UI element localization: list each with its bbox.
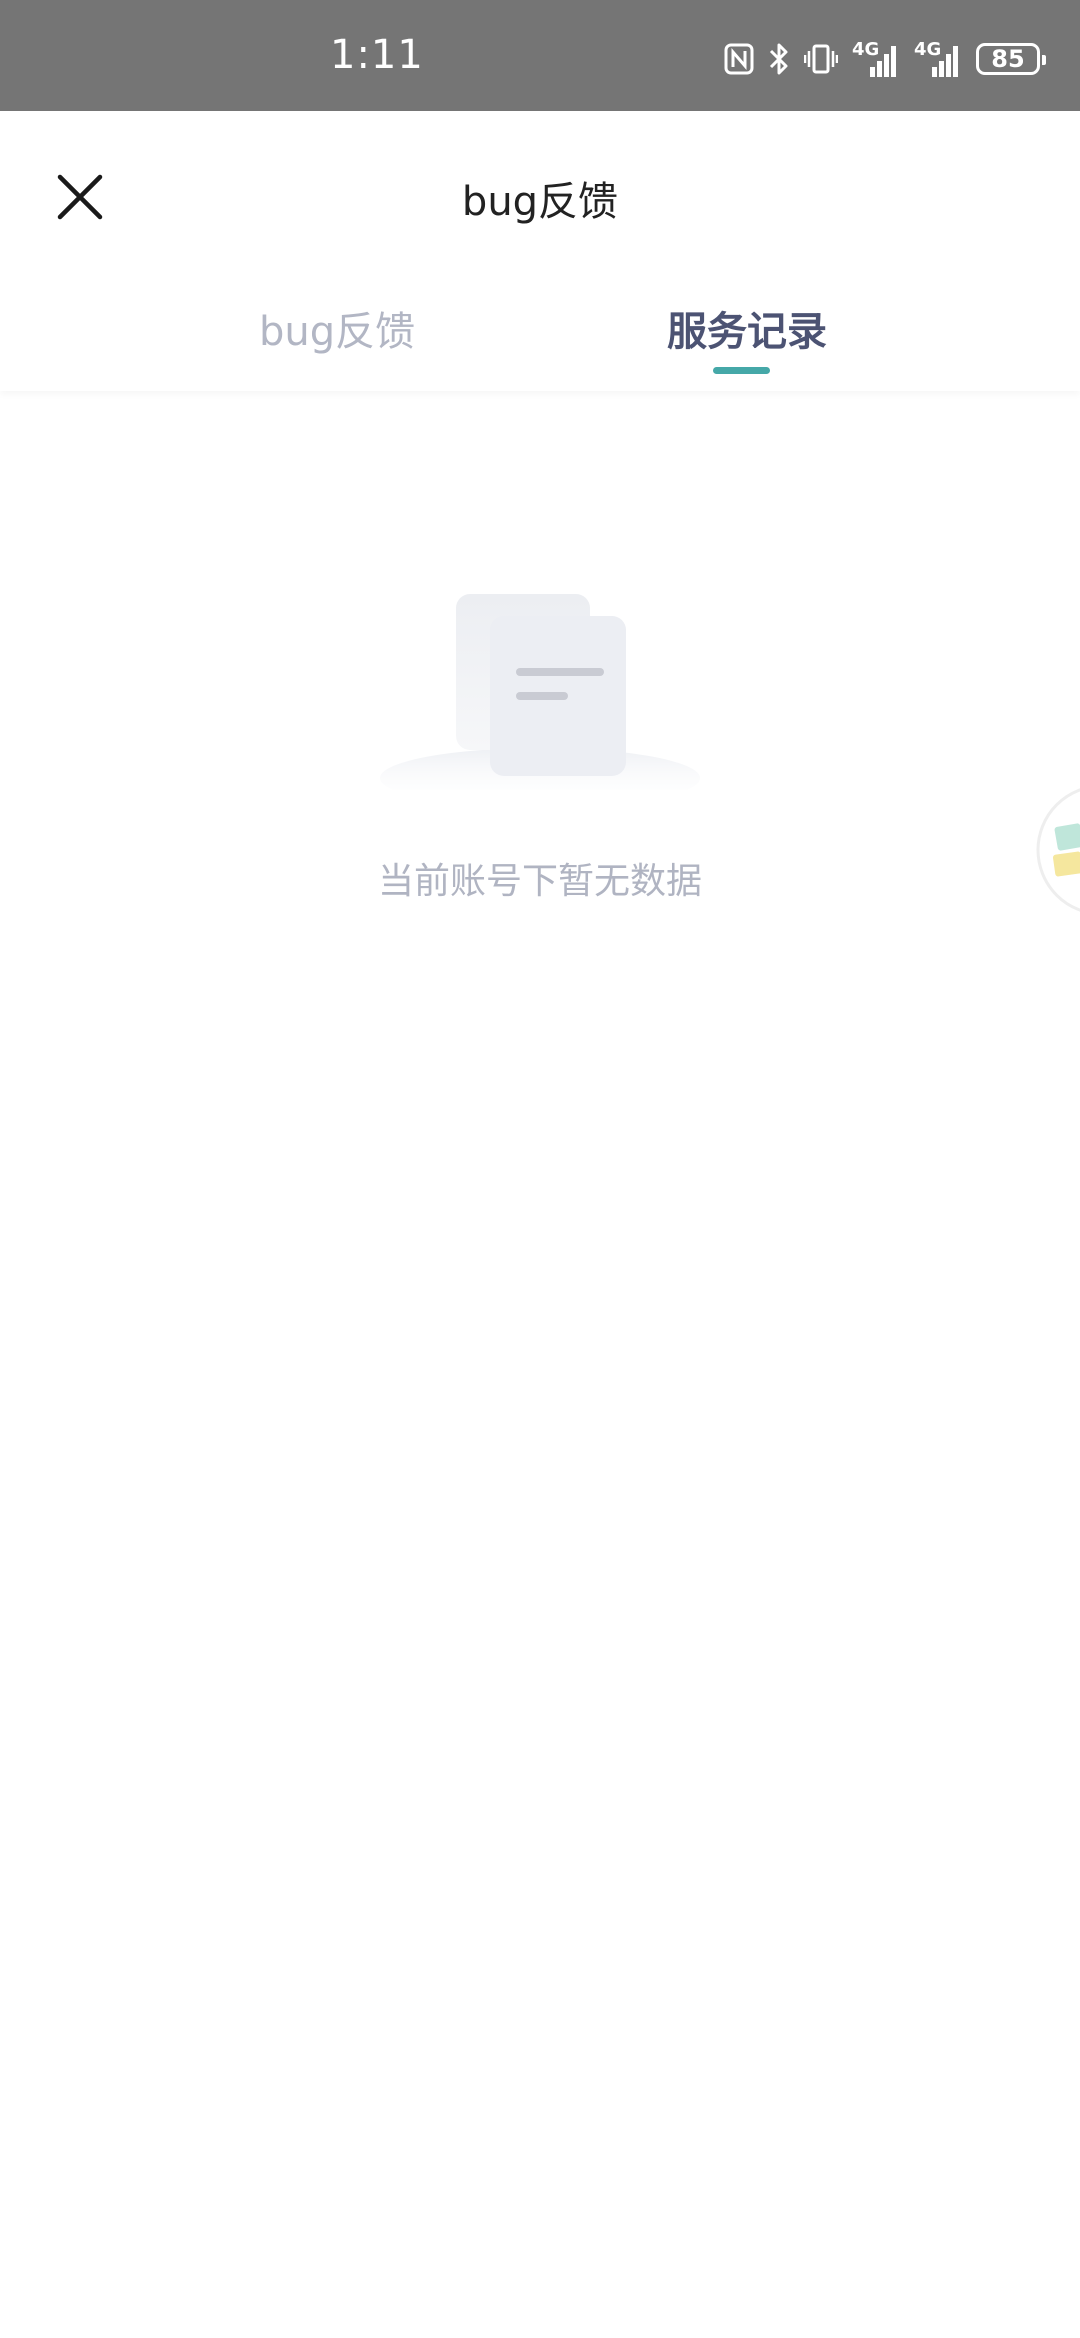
tab-active-indicator (713, 367, 770, 374)
nav-bar: bug反馈 (0, 111, 1080, 271)
nfc-icon (724, 43, 754, 75)
battery-icon: 85 (976, 43, 1046, 75)
network-type-2: 4G (914, 39, 942, 60)
empty-message: 当前账号下暂无数据 (377, 861, 702, 902)
bluetooth-icon (768, 42, 790, 76)
signal-1: 4G (852, 39, 900, 79)
signal-2: 4G (914, 39, 962, 79)
assistant-widget-icon (1036, 788, 1080, 912)
network-type-1: 4G (852, 39, 880, 60)
status-bar: 1:11 4G 4G 85 (0, 0, 1080, 111)
tab-bar: bug反馈 服务记录 (0, 271, 1080, 391)
empty-document-icon (380, 590, 700, 808)
page-title: bug反馈 (461, 179, 619, 225)
status-time: 1:11 (330, 32, 424, 78)
status-icons: 4G 4G 85 (724, 36, 1046, 82)
vibrate-icon (804, 43, 838, 75)
tab-bug-feedback[interactable]: bug反馈 (259, 299, 415, 357)
floating-assistant-button[interactable] (1036, 785, 1080, 915)
tab-service-records[interactable]: 服务记录 (667, 299, 827, 357)
